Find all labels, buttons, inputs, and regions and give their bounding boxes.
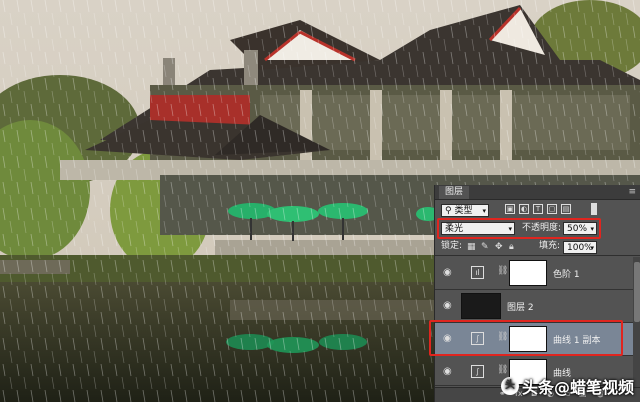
lock-label: 锁定: bbox=[441, 241, 463, 251]
lock-row bbox=[435, 239, 640, 256]
lock-transparent-icon[interactable]: ▦ bbox=[467, 242, 476, 252]
layer-name: 色阶 1 bbox=[553, 270, 580, 280]
shape-filter-icon[interactable]: ▢ bbox=[547, 204, 557, 214]
layer-row[interactable]: ◉ 图层 2 bbox=[435, 290, 633, 323]
watermark-text: 头条@蜡笔视频 bbox=[521, 378, 634, 397]
fill-value: 100% bbox=[567, 243, 593, 253]
layers-scrollbar[interactable] bbox=[633, 257, 640, 387]
search-icon: ⚲ bbox=[445, 206, 452, 216]
chevron-down-icon: ▾ bbox=[482, 207, 486, 215]
tab-layers[interactable]: 图层 bbox=[439, 186, 470, 199]
visibility-eye-icon[interactable]: ◉ bbox=[443, 300, 452, 311]
blend-mode-value: 柔光 bbox=[445, 224, 464, 234]
layer-name: 图层 2 bbox=[507, 303, 534, 313]
panel-menu-icon[interactable]: ≡ bbox=[628, 185, 636, 199]
opacity-input[interactable]: 50% ▾ bbox=[563, 222, 597, 235]
lock-all-icon[interactable]: 🔒︎ bbox=[509, 242, 514, 252]
opacity-value: 50% bbox=[567, 224, 588, 234]
watermark: 头 头条@蜡笔视频 bbox=[500, 374, 634, 398]
lock-pixels-icon[interactable]: ✎ bbox=[481, 242, 489, 252]
panel-tab-bar: 图层 ≡ bbox=[435, 185, 640, 200]
layer-row[interactable]: ◉ ıl ⛓ 色阶 1 bbox=[435, 257, 633, 290]
chevron-down-icon: ▾ bbox=[590, 225, 594, 233]
smart-object-filter-icon[interactable]: ▤ bbox=[561, 204, 571, 214]
filter-kind-select[interactable]: ⚲ 类型 ▾ bbox=[441, 204, 489, 217]
link-chain-icon: ⛓ bbox=[497, 266, 509, 276]
adjustment-filter-icon[interactable]: ◐ bbox=[519, 204, 529, 214]
chevron-down-icon: ▾ bbox=[590, 244, 594, 252]
lock-position-icon[interactable]: ✥ bbox=[495, 242, 503, 252]
visibility-eye-icon[interactable]: ◉ bbox=[443, 267, 452, 278]
fill-label: 填充: bbox=[539, 241, 561, 251]
opacity-label: 不透明度: bbox=[522, 223, 562, 233]
layers-panel: 图层 ≡ ⚲ 类型 ▾ ▣ ◐ T ▢ ▤ 柔光 ▾ 不透明度: 50% ▾ 锁… bbox=[429, 185, 640, 402]
levels-icon: ıl bbox=[471, 266, 484, 279]
type-filter-icon[interactable]: T bbox=[533, 204, 543, 214]
blend-mode-select[interactable]: 柔光 ▾ bbox=[441, 222, 515, 235]
layer-thumbnail[interactable] bbox=[461, 293, 501, 319]
visibility-eye-icon[interactable]: ◉ bbox=[443, 366, 452, 377]
selected-layer-highlight bbox=[429, 320, 623, 356]
curves-icon: ∫ bbox=[471, 365, 484, 378]
scrollbar-thumb[interactable] bbox=[634, 262, 640, 322]
filter-kind-value: 类型 bbox=[454, 206, 473, 216]
watermark-logo: 头 bbox=[500, 377, 519, 395]
chevron-down-icon: ▾ bbox=[508, 225, 512, 233]
pixel-filter-icon[interactable]: ▣ bbox=[505, 204, 515, 214]
fill-input[interactable]: 100% ▾ bbox=[563, 241, 597, 254]
filter-toggle[interactable] bbox=[591, 203, 597, 215]
layer-mask-thumbnail[interactable] bbox=[509, 260, 547, 286]
